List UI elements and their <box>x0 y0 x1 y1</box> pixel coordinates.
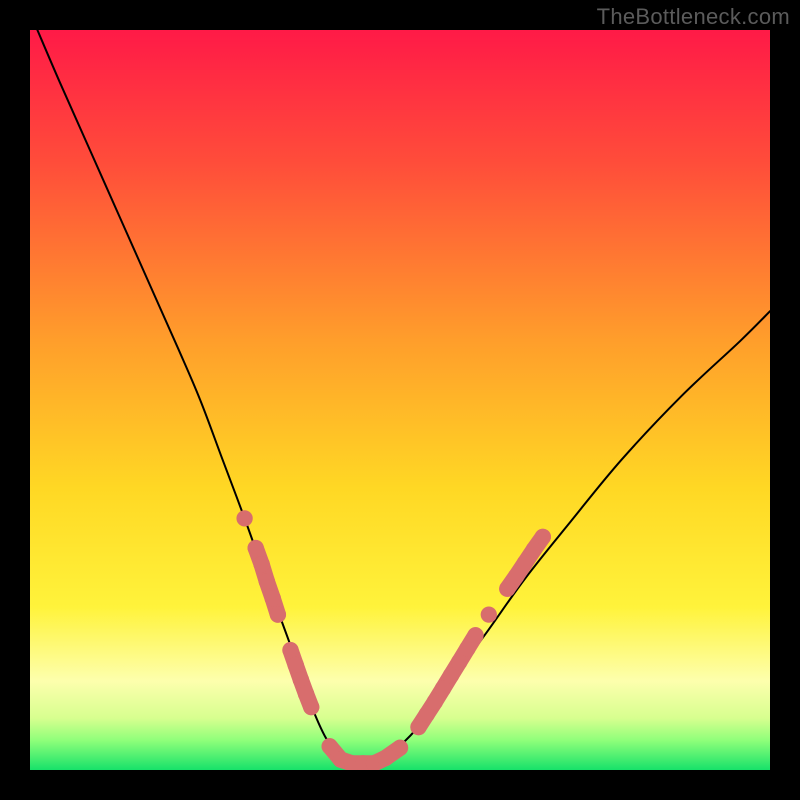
chart-svg <box>30 30 770 770</box>
watermark-text: TheBottleneck.com <box>597 4 790 30</box>
chart-stage: TheBottleneck.com <box>0 0 800 800</box>
chart-plot <box>30 30 770 770</box>
chart-background <box>30 30 770 770</box>
